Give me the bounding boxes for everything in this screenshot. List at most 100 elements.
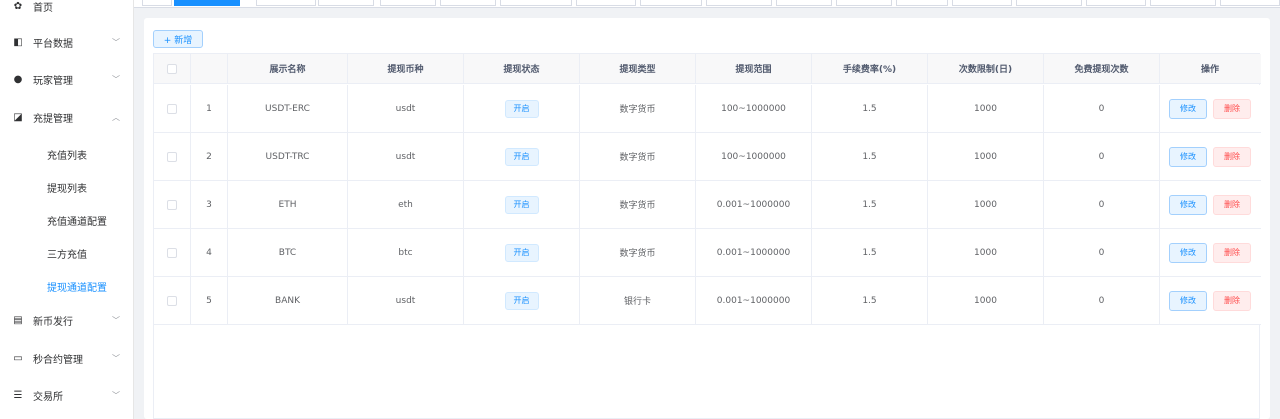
tag[interactable]: [1220, 0, 1280, 6]
menu-item-new-coin[interactable]: ▤ 新币发行 ﹀: [0, 302, 134, 338]
range-cell: 0.001~1000000: [696, 181, 812, 228]
type-cell: 银行卡: [580, 277, 696, 324]
edit-button[interactable]: 修改: [1169, 146, 1207, 167]
fee-cell: 1.5: [812, 85, 928, 132]
select-all-cell: [154, 54, 191, 83]
limit-cell: 1000: [928, 229, 1044, 276]
tag[interactable]: [896, 0, 948, 6]
submenu-third-party-recharge[interactable]: 三方充值: [0, 238, 134, 268]
tag[interactable]: [142, 0, 172, 6]
submenu-recharge-channel[interactable]: 充值通道配置: [0, 205, 134, 235]
submenu-label: 提现列表: [47, 183, 87, 195]
fee-cell: 1.5: [812, 229, 928, 276]
header-cell: 手续费率(%): [812, 54, 928, 83]
range-cell: 0.001~1000000: [696, 229, 812, 276]
free-cell: 0: [1044, 85, 1160, 132]
withdraw-channel-table: 展示名称 提现币种 提现状态 提现类型 提现范围 手续费率(%) 次数限制(日)…: [153, 53, 1261, 419]
edit-button[interactable]: 修改: [1169, 242, 1207, 263]
tag[interactable]: [1016, 0, 1082, 6]
menu-item-deposit-withdraw[interactable]: ◪ 充提管理 ︿: [0, 99, 134, 135]
select-cell: [154, 181, 191, 228]
range-cell: 100~1000000: [696, 85, 812, 132]
row-checkbox[interactable]: [167, 247, 177, 258]
delete-button[interactable]: 删除: [1213, 242, 1251, 263]
index-cell: 4: [191, 229, 228, 276]
type-cell: 数字货币: [580, 85, 696, 132]
status-cell: 开启: [464, 229, 580, 276]
coin-cell: usdt: [348, 277, 464, 324]
submenu-recharge-list[interactable]: 充值列表: [0, 139, 134, 169]
coin-cell: usdt: [348, 85, 464, 132]
menu-item-second-contract[interactable]: ▭ 秒合约管理 ﹀: [0, 340, 134, 376]
submenu-label: 充值列表: [47, 150, 87, 162]
index-cell: 3: [191, 181, 228, 228]
edit-button[interactable]: 修改: [1169, 194, 1207, 215]
submenu-withdraw-channel[interactable]: 提现通道配置: [0, 271, 134, 301]
free-cell: 0: [1044, 229, 1160, 276]
fee-cell: 1.5: [812, 277, 928, 324]
delete-button[interactable]: 删除: [1213, 146, 1251, 167]
add-button[interactable]: + 新增: [153, 30, 203, 48]
header-cell: 免费提现次数: [1044, 54, 1160, 83]
coin-cell: btc: [348, 229, 464, 276]
chevron-down-icon: ﹀: [112, 37, 120, 47]
delete-button[interactable]: 删除: [1213, 98, 1251, 119]
tag[interactable]: [952, 0, 1012, 6]
submenu-withdraw-list[interactable]: 提现列表: [0, 172, 134, 202]
type-cell: 数字货币: [580, 133, 696, 180]
edit-button[interactable]: 修改: [1169, 98, 1207, 119]
submenu-label: 提现通道配置: [47, 282, 107, 294]
tag[interactable]: [706, 0, 772, 6]
header-cell: 提现类型: [580, 54, 696, 83]
name-cell: BTC: [228, 229, 348, 276]
tag[interactable]: [1086, 0, 1146, 6]
tag[interactable]: [256, 0, 316, 6]
type-cell: 数字货币: [580, 229, 696, 276]
chart-icon: ◧: [13, 36, 23, 48]
chevron-down-icon: ﹀: [112, 74, 120, 84]
header-cell: 提现状态: [464, 54, 580, 83]
delete-button[interactable]: 删除: [1213, 290, 1251, 311]
tag-active[interactable]: [174, 0, 240, 6]
table-row: 2 USDT-TRC usdt 开启 数字货币 100~1000000 1.5 …: [154, 133, 1261, 181]
menu-label: 秒合约管理: [33, 354, 83, 366]
index-cell: 5: [191, 277, 228, 324]
tag[interactable]: [380, 0, 436, 6]
header-cell: 提现范围: [696, 54, 812, 83]
menu-label: 玩家管理: [33, 75, 73, 87]
ops-cell: 修改 删除: [1160, 277, 1260, 324]
menu-item-exchange[interactable]: ☰ 交易所 ﹀: [0, 377, 134, 413]
row-checkbox[interactable]: [167, 199, 177, 210]
delete-button[interactable]: 删除: [1213, 194, 1251, 215]
table-row: 3 ETH eth 开启 数字货币 0.001~1000000 1.5 1000…: [154, 181, 1261, 229]
coin-cell: eth: [348, 181, 464, 228]
dashboard-icon: ✿: [13, 0, 23, 12]
tag[interactable]: [836, 0, 892, 6]
type-cell: 数字货币: [580, 181, 696, 228]
tag[interactable]: [440, 0, 496, 6]
tag[interactable]: [576, 0, 636, 6]
tag[interactable]: [640, 0, 702, 6]
header-cell: 次数限制(日): [928, 54, 1044, 83]
menu-item-players[interactable]: ● 玩家管理 ﹀: [0, 61, 134, 97]
chevron-down-icon: ﹀: [112, 353, 120, 363]
header-cell: 展示名称: [228, 54, 348, 83]
row-checkbox[interactable]: [167, 103, 177, 114]
row-checkbox[interactable]: [167, 295, 177, 306]
ops-cell: 修改 删除: [1160, 229, 1260, 276]
select-cell: [154, 277, 191, 324]
menu-item-home[interactable]: ✿ 首页: [0, 0, 134, 24]
monitor-icon: ▭: [13, 352, 23, 364]
status-badge: 开启: [504, 291, 539, 310]
select-cell: [154, 229, 191, 276]
row-checkbox[interactable]: [167, 151, 177, 162]
menu-item-platform-data[interactable]: ◧ 平台数据 ﹀: [0, 24, 134, 60]
select-all-checkbox[interactable]: [167, 63, 177, 74]
status-badge: 开启: [504, 195, 539, 214]
tag[interactable]: [1150, 0, 1216, 6]
edit-button[interactable]: 修改: [1169, 290, 1207, 311]
tag[interactable]: [500, 0, 572, 6]
free-cell: 0: [1044, 277, 1160, 324]
tag[interactable]: [318, 0, 374, 6]
tag[interactable]: [776, 0, 832, 6]
